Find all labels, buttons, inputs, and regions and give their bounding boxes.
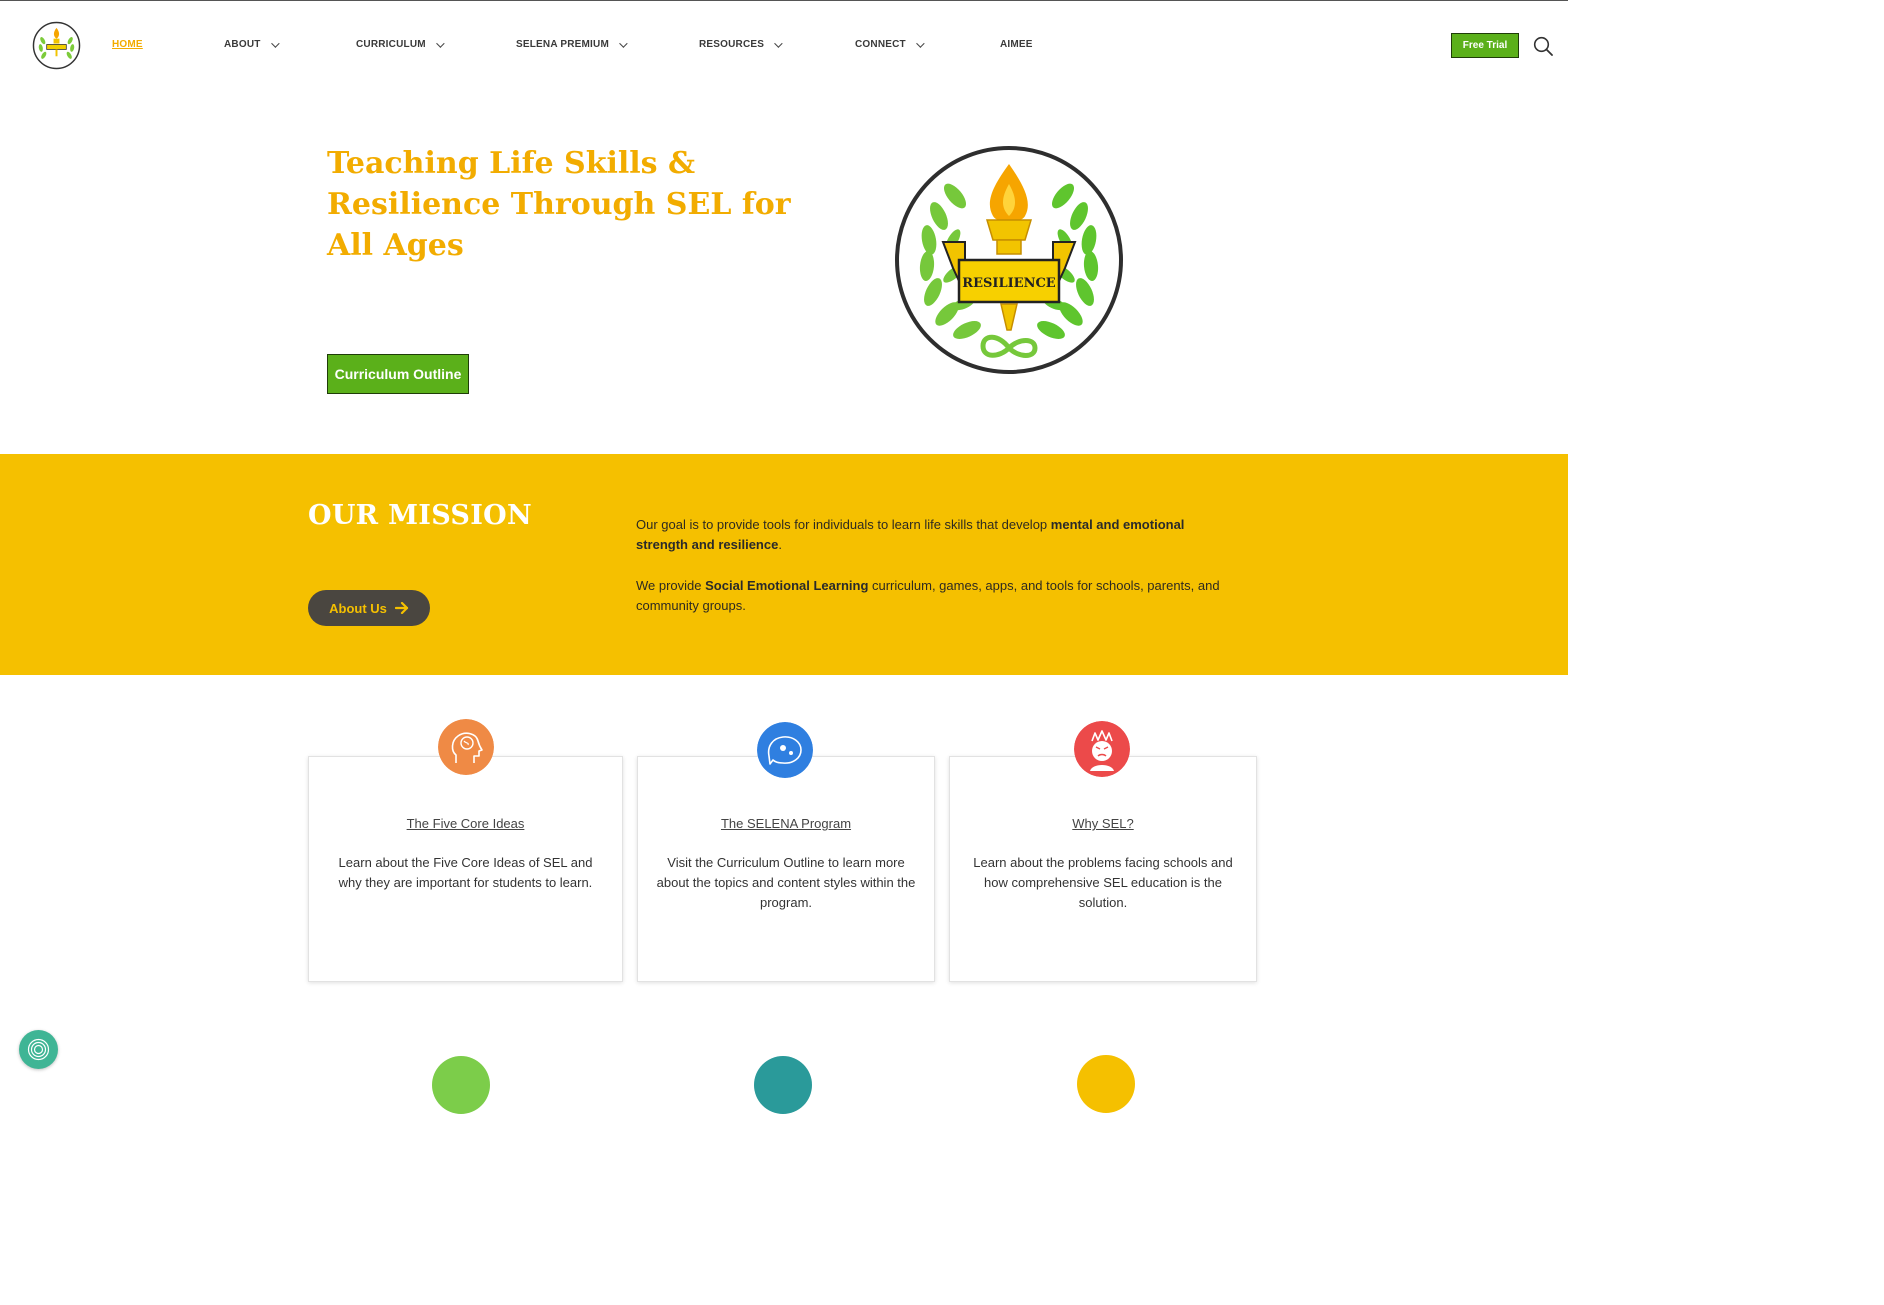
chevron-down-icon xyxy=(619,38,628,48)
mission-paragraph-1: Our goal is to provide tools for individ… xyxy=(636,515,1236,555)
text-span: . xyxy=(778,537,782,552)
nav-home[interactable]: HOME xyxy=(112,39,143,50)
person-icon xyxy=(1077,1055,1135,1113)
card-title-link[interactable]: Why SEL? xyxy=(950,816,1256,831)
card-why-sel: Why SEL? Learn about the problems facing… xyxy=(949,756,1257,982)
nav-label: CONNECT xyxy=(855,39,906,50)
card-selena-program: The SELENA Program Visit the Curriculum … xyxy=(637,756,935,982)
resilience-emblem: RESILIENCE xyxy=(895,146,1123,374)
card-description: Visit the Curriculum Outline to learn mo… xyxy=(656,855,916,910)
angry-face-icon xyxy=(1074,721,1130,777)
apple-icon xyxy=(432,1056,490,1114)
accessibility-widget-button[interactable] xyxy=(19,1030,58,1069)
fingerprint-icon xyxy=(27,1038,50,1061)
card-description: Learn about the Five Core Ideas of SEL a… xyxy=(338,855,593,890)
chevron-down-icon xyxy=(270,38,280,48)
hero-title: Teaching Life Skills & Resilience Throug… xyxy=(327,146,791,263)
nav-label: CURRICULUM xyxy=(356,39,426,50)
nav-label: RESOURCES xyxy=(699,39,765,50)
text-span: We provide xyxy=(636,578,706,593)
mission-text: Our goal is to provide tools for individ… xyxy=(636,515,1236,637)
text-span: Our goal is to provide tools for individ… xyxy=(636,517,1051,532)
arrow-right-icon xyxy=(394,602,408,614)
nav-selena-premium[interactable]: SELENA PREMIUM xyxy=(516,38,628,50)
nav-about[interactable]: ABOUT xyxy=(224,38,280,50)
site-header: HOME ABOUT CURRICULUM SELENA PREMIUM RES… xyxy=(0,0,1568,90)
chevron-down-icon xyxy=(774,38,783,48)
nav-label: ABOUT xyxy=(224,39,261,50)
nav-resources[interactable]: RESOURCES xyxy=(699,38,783,50)
brain-head-icon xyxy=(438,719,494,775)
nav-curriculum[interactable]: CURRICULUM xyxy=(356,38,445,50)
mission-title: OUR MISSION xyxy=(308,500,532,531)
card-title-link[interactable]: The Five Core Ideas xyxy=(309,816,622,831)
nav-connect[interactable]: CONNECT xyxy=(855,38,925,50)
card-five-core-ideas: The Five Core Ideas Learn about the Five… xyxy=(308,756,623,982)
thought-bubble-icon xyxy=(757,722,813,778)
curriculum-outline-button[interactable]: Curriculum Outline xyxy=(327,354,469,394)
mission-paragraph-2: We provide Social Emotional Learning cur… xyxy=(636,576,1236,616)
search-icon[interactable] xyxy=(1533,36,1553,56)
mission-section: OUR MISSION About Us Our goal is to prov… xyxy=(0,454,1568,675)
about-us-label: About Us xyxy=(329,600,387,616)
nav-aimee[interactable]: AIMEE xyxy=(1000,39,1033,50)
resilience-logo[interactable] xyxy=(32,21,81,70)
target-icon xyxy=(754,1056,812,1114)
free-trial-button[interactable]: Free Trial xyxy=(1451,33,1519,58)
nav-label: SELENA PREMIUM xyxy=(516,39,609,50)
nav-label: AIMEE xyxy=(1000,39,1033,50)
nav-label: HOME xyxy=(112,39,143,50)
text-bold: Social Emotional Learning xyxy=(705,578,869,593)
about-us-button[interactable]: About Us xyxy=(308,590,430,626)
chevron-down-icon xyxy=(435,38,445,48)
card-title-link[interactable]: The SELENA Program xyxy=(638,816,934,831)
emblem-label: RESILIENCE xyxy=(962,276,1056,291)
card-description: Learn about the problems facing schools … xyxy=(973,855,1233,910)
chevron-down-icon xyxy=(916,38,925,48)
